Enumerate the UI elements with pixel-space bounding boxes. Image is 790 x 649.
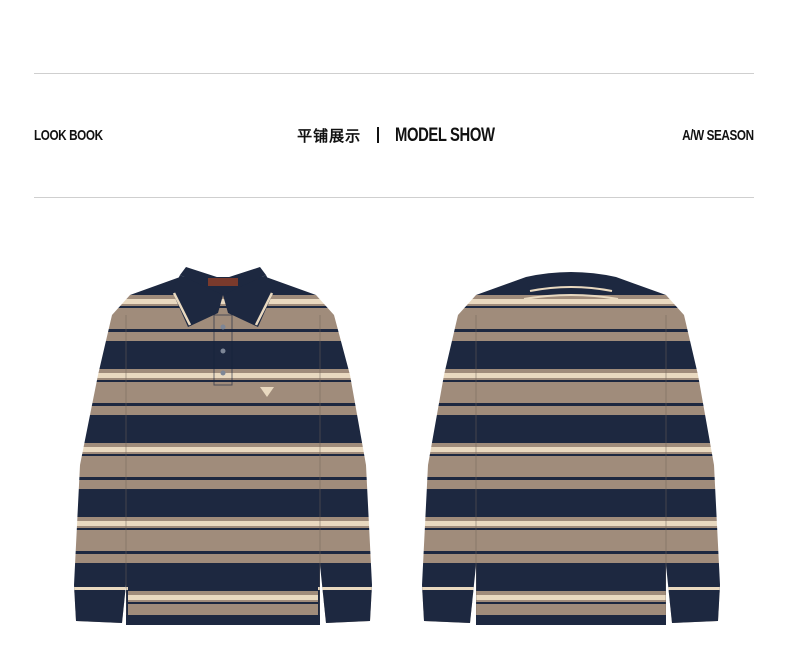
top-divider	[34, 73, 754, 74]
section-title-cn: 平铺展示	[297, 127, 362, 145]
section-title: 平铺展示 MODEL SHOW	[0, 125, 790, 147]
section-title-en: MODEL SHOW	[395, 125, 495, 146]
bottom-divider	[34, 197, 754, 198]
brand-label	[208, 278, 238, 286]
title-separator	[377, 127, 380, 143]
season-label: A/W SEASON	[682, 127, 754, 144]
shirt-front-image	[74, 267, 372, 625]
shirt-back-image	[422, 272, 720, 625]
